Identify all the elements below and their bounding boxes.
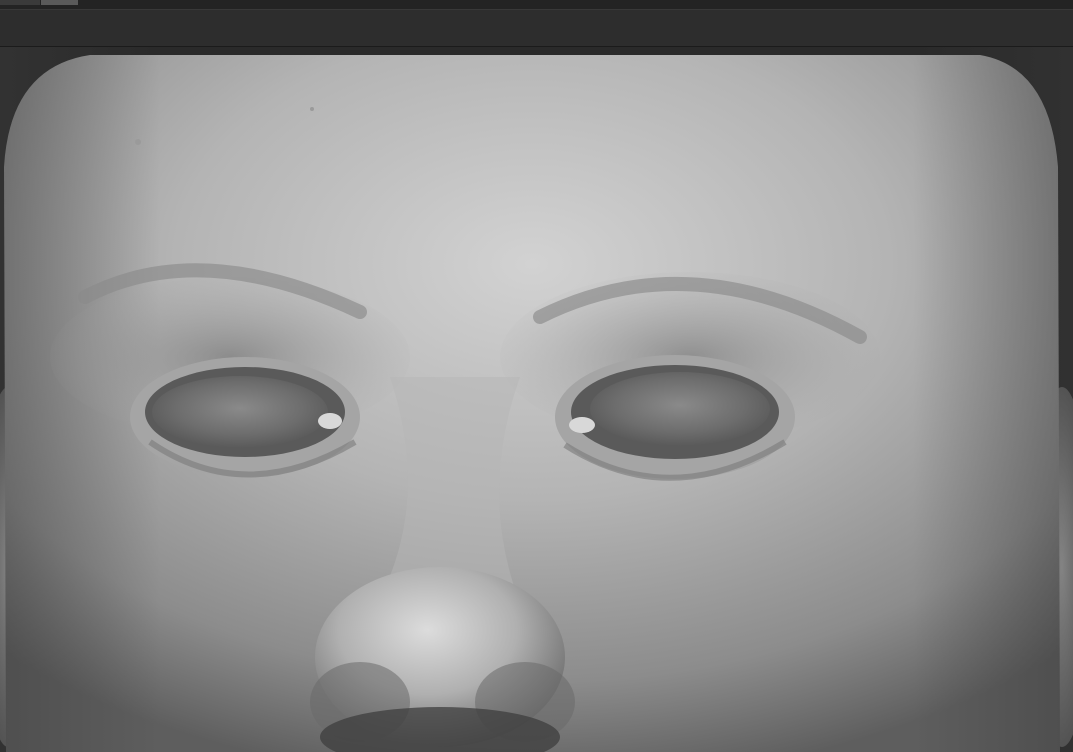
- 3d-viewport-canvas[interactable]: [0, 47, 1073, 752]
- sculpt-model-render[interactable]: [0, 47, 1073, 752]
- forehead-blemish: [310, 107, 314, 111]
- right-shade: [913, 47, 1073, 752]
- left-eyeball: [152, 376, 328, 448]
- top-shelf-toolbar: [0, 10, 1073, 47]
- tab-2-active[interactable]: [41, 0, 78, 5]
- top-menu-strip: [0, 0, 1073, 10]
- right-eyeball: [590, 372, 770, 446]
- right-tear-duct: [569, 417, 595, 433]
- forehead-blemish: [135, 139, 141, 145]
- left-tear-duct: [318, 413, 342, 429]
- tab-1[interactable]: [0, 0, 40, 5]
- sculpt-app-window: [0, 0, 1073, 752]
